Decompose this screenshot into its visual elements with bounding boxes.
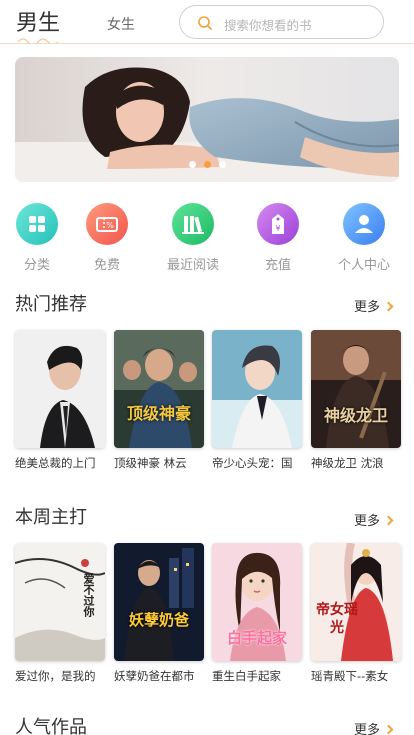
book-title: 神级龙卫 沈浪 [311,456,384,470]
book-card[interactable]: 神级龙卫 神级龙卫 沈浪 [311,330,401,471]
banner-pagination [15,161,399,168]
svg-text:%: % [106,221,114,230]
nav-recent[interactable]: 最近阅读 [158,203,228,273]
more-label: 更多 [353,300,380,315]
promo-banner[interactable] [15,57,399,182]
search-bar[interactable]: 搜索你想看的书 [179,5,384,39]
book-title: 爱过你，是我的 [15,669,96,683]
more-label: 更多 [353,514,380,529]
section-title-popular: 人气作品 [15,717,87,735]
books-icon [172,203,214,245]
book-title: 瑶青殿下--素女 [311,669,389,683]
banner-dot[interactable] [188,161,196,168]
book-cover [212,330,302,448]
cover-title-text: 帝女瑶光 [316,602,358,636]
book-title: 重生白手起家 [212,669,281,683]
ticket-icon: % [86,203,128,245]
more-label: 更多 [353,723,380,735]
banner-dot[interactable] [218,161,226,168]
book-title: 顶级神豪 林云 [114,456,187,470]
section-title-weekly: 本周主打 [15,507,87,528]
chevron-right-icon [383,724,394,735]
price-tag-icon: ¥ [257,203,299,245]
nav-category-label: 分类 [23,258,50,273]
more-link-weekly[interactable]: 更多 [353,510,394,529]
active-tab-indicator [18,38,58,44]
nav-recent-label: 最近阅读 [166,258,219,273]
quick-nav: 分类 % 免费 最近阅读 ¥ 充值 个人中心 [0,203,414,273]
book-cover: 爱不过你 [15,543,105,661]
banner-dot-active[interactable] [203,161,211,168]
book-card[interactable]: 妖孽奶爸 妖孽奶爸在都市 [114,543,204,684]
cover-title-text: 妖孽奶爸 [128,611,189,629]
book-card[interactable]: 顶级神豪 顶级神豪 林云 [114,330,204,471]
book-card[interactable]: 白手起家 重生白手起家 [212,543,302,684]
more-link-hot[interactable]: 更多 [353,296,394,315]
cover-title-text: 神级龙卫 [323,406,388,425]
book-cover: 白手起家 [212,543,302,661]
nav-profile[interactable]: 个人中心 [329,203,399,273]
book-cover [15,330,105,448]
book-title: 妖孽奶爸在都市 [114,669,195,683]
tab-male[interactable]: 男生 [16,5,60,37]
nav-profile-label: 个人中心 [337,258,390,273]
top-header: 男生 女生 搜索你想看的书 [0,0,414,44]
book-cover: 妖孽奶爸 [114,543,204,661]
more-link-popular[interactable]: 更多 [353,719,394,735]
book-card[interactable]: 绝美总裁的上门 [15,330,105,471]
section-title-hot: 热门推荐 [15,294,87,315]
book-cover: 神级龙卫 [311,330,401,448]
category-icon [16,203,58,245]
search-placeholder: 搜索你想看的书 [224,18,312,33]
cover-title-text: 爱不过你 [82,573,95,617]
nav-recharge[interactable]: ¥ 充值 [243,203,313,273]
book-cover: 帝女瑶光 [311,543,401,661]
nav-recharge-label: 充值 [264,258,291,273]
book-card[interactable]: 爱不过你 爱过你，是我的 [15,543,105,684]
user-icon [343,203,385,245]
book-card[interactable]: 帝女瑶光 瑶青殿下--素女 [311,543,401,684]
nav-free-label: 免费 [93,258,120,273]
book-title: 绝美总裁的上门 [15,456,96,470]
cover-title-text: 顶级神豪 [126,404,191,423]
book-title: 帝少心头宠：国 [212,456,293,470]
svg-text:¥: ¥ [275,224,280,233]
nav-category[interactable]: 分类 [2,203,72,273]
search-icon [198,16,212,30]
chevron-right-icon [383,515,394,526]
nav-free[interactable]: % 免费 [72,203,142,273]
cover-title-text: 白手起家 [226,629,287,647]
book-card[interactable]: 帝少心头宠：国 [212,330,302,471]
tab-female[interactable]: 女生 [107,14,135,34]
book-cover: 顶级神豪 [114,330,204,448]
chevron-right-icon [383,301,394,312]
